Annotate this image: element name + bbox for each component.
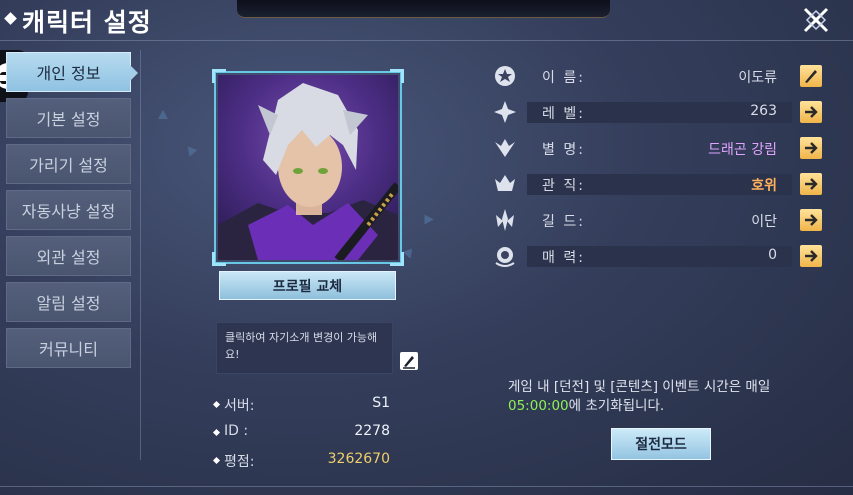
sidebar-item-label: 커뮤니티: [39, 340, 98, 359]
header-divider: [0, 40, 853, 41]
frame-corner: [390, 252, 404, 266]
change-profile-label: 프로필 교체: [272, 278, 343, 295]
rank-value: 호위: [751, 178, 777, 194]
sidebar-divider: [140, 50, 141, 460]
sidebar-item-label: 외관 설정: [36, 248, 101, 267]
info-row-rank: 관 직: 호위: [492, 171, 832, 197]
sidebar-item-label: 알림 설정: [36, 294, 101, 313]
nickname-arrow-button[interactable]: [800, 137, 822, 159]
portrait-frame: [214, 71, 402, 264]
frame-corner: [390, 69, 404, 83]
notice-time: 05:00:00: [508, 398, 569, 414]
title-diamond-icon: [4, 12, 17, 25]
rating-label: 평점:: [224, 451, 254, 471]
sidebar-item-personal-info[interactable]: 개인 정보: [6, 52, 138, 92]
shard-decoration: [184, 146, 198, 159]
sidebar-item-basic-settings[interactable]: 기본 설정: [6, 98, 131, 138]
info-row-name: 이 름: 이도류: [492, 63, 832, 89]
level-value: 263: [750, 103, 777, 119]
pen-icon: [403, 356, 415, 369]
id-row: ID : 2278: [212, 423, 390, 443]
change-profile-button[interactable]: 프로필 교체: [219, 271, 396, 300]
guild-label: 길 드:: [542, 214, 585, 230]
arrow-right-icon: [805, 214, 818, 226]
arrow-right-icon: [805, 250, 818, 262]
id-value: 2278: [354, 423, 390, 439]
arrow-right-icon: [805, 106, 818, 118]
level-arrow-button[interactable]: [800, 101, 822, 123]
nickname-value: 드래곤 강림: [708, 142, 777, 158]
guild-arrow-button[interactable]: [800, 209, 822, 231]
name-icon: [495, 66, 515, 86]
frame-corner: [212, 69, 226, 83]
sidebar-item-community[interactable]: 커뮤니티: [6, 328, 131, 368]
sidebar-item-label: 개인 정보: [36, 64, 101, 83]
shard-decoration: [424, 214, 434, 225]
sidebar-item-label: 자동사냥 설정: [21, 202, 116, 221]
self-intro-field[interactable]: 클릭하여 자기소개 변경이 가능해요!: [216, 322, 393, 374]
sidebar-item-label: 기본 설정: [36, 110, 101, 129]
nickname-icon: [495, 139, 515, 157]
shard-decoration: [402, 248, 416, 261]
charm-arrow-button[interactable]: [800, 245, 822, 267]
self-intro-text: 클릭하여 자기소개 변경이 가능해요!: [225, 331, 378, 361]
id-label: ID :: [224, 423, 249, 439]
info-row-charm: 매 력: 0: [492, 243, 832, 269]
close-button[interactable]: [800, 4, 832, 36]
sidebar-item-hide-settings[interactable]: 가리기 설정: [6, 144, 131, 184]
name-label: 이 름:: [542, 70, 585, 86]
arrow-right-icon: [805, 178, 818, 190]
nickname-label: 별 명:: [542, 142, 585, 158]
arrow-right-icon: [805, 142, 818, 154]
guild-value: 이단: [751, 214, 777, 230]
power-save-mode-label: 절전모드: [635, 437, 687, 453]
server-row: 서버: S1: [212, 395, 390, 415]
rank-label: 관 직:: [542, 178, 585, 194]
notice-line-1: 게임 내 [던전] 및 [콘텐츠] 이벤트 시간은 매일: [508, 379, 771, 395]
charm-label: 매 력:: [542, 250, 585, 266]
close-icon: [803, 7, 829, 33]
intro-edit-button[interactable]: [400, 352, 418, 370]
sidebar-item-auto-hunt-settings[interactable]: 자동사냥 설정: [6, 190, 131, 230]
edit-icon: [805, 70, 817, 83]
charm-value: 0: [768, 247, 777, 263]
charm-icon: [495, 247, 515, 267]
page-title: 캐릭터 설정: [22, 8, 152, 37]
rank-arrow-button[interactable]: [800, 173, 822, 195]
header: 캐릭터 설정: [0, 0, 853, 40]
sidebar-item-appearance-settings[interactable]: 외관 설정: [6, 236, 131, 276]
rank-icon: [495, 175, 515, 191]
name-value: 이도류: [738, 70, 777, 86]
info-row-level: 레 벨: 263: [492, 99, 832, 125]
frame-corner: [212, 252, 226, 266]
shard-decoration: [158, 110, 168, 119]
info-row-guild: 길 드: 이단: [492, 207, 832, 233]
level-icon: [494, 101, 516, 123]
server-label: 서버:: [224, 395, 254, 415]
rating-value: 3262670: [327, 451, 390, 467]
level-label: 레 벨:: [542, 106, 585, 122]
reset-notice: 게임 내 [던전] 및 [콘텐츠] 이벤트 시간은 매일 05:00:00에 초…: [508, 378, 828, 416]
notice-line-2: 에 초기화됩니다.: [568, 398, 665, 414]
server-value: S1: [372, 395, 390, 411]
sidebar-item-label: 가리기 설정: [29, 156, 108, 175]
guild-icon: [496, 209, 514, 231]
top-bar: [237, 0, 610, 18]
rating-row: 평점: 3262670: [212, 451, 390, 471]
power-save-mode-button[interactable]: 절전모드: [611, 428, 711, 460]
sidebar-item-notification-settings[interactable]: 알림 설정: [6, 282, 131, 322]
footer-divider: [0, 486, 853, 487]
info-row-nickname: 별 명: 드래곤 강림: [492, 135, 832, 161]
name-edit-button[interactable]: [800, 65, 822, 87]
